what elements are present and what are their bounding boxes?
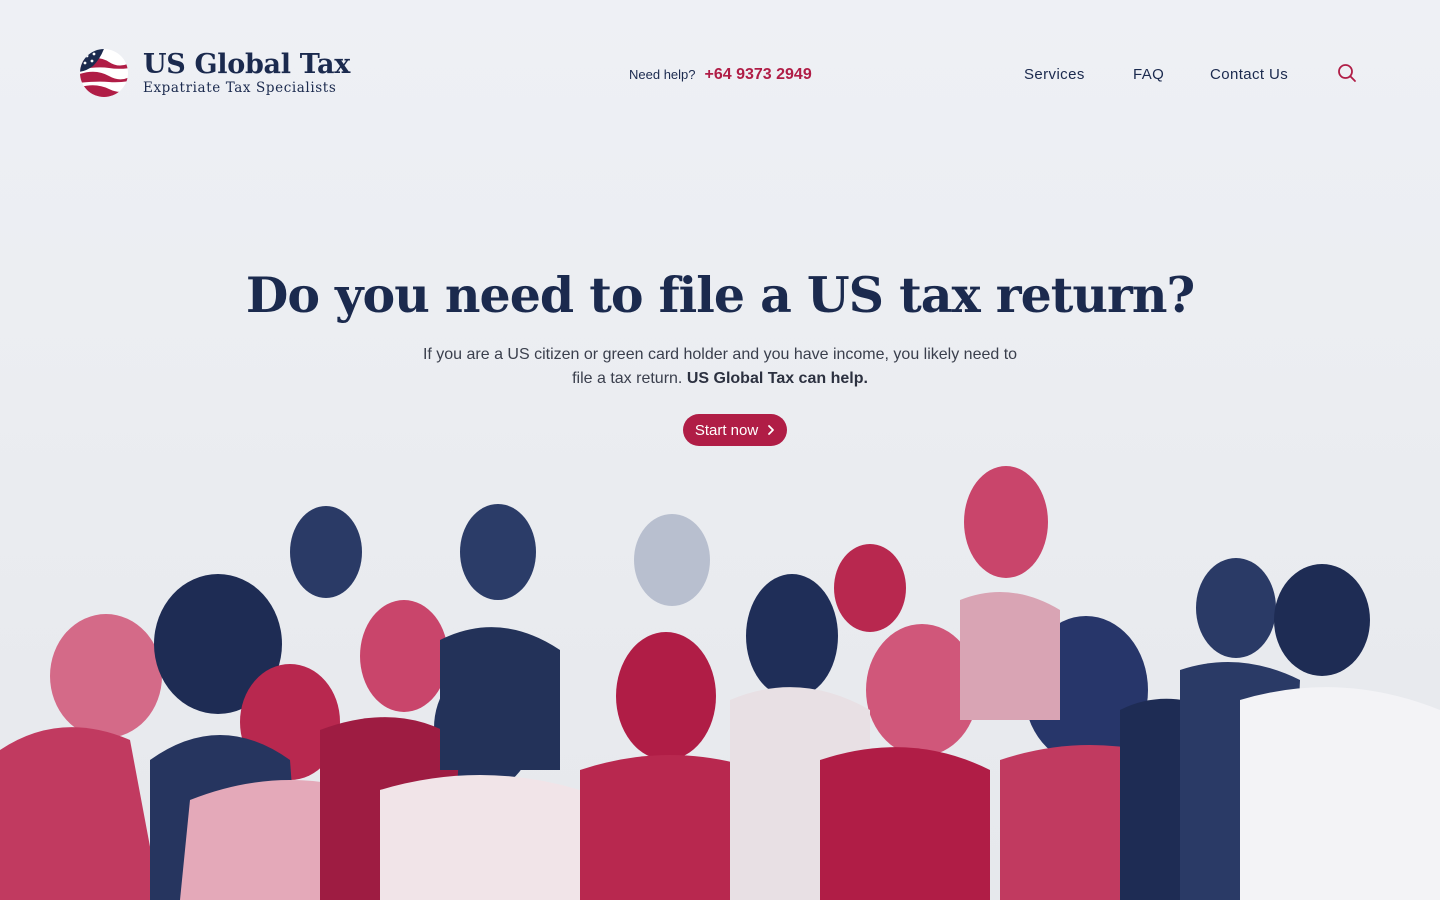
nav-item-faq[interactable]: FAQ bbox=[1133, 66, 1164, 83]
start-now-button[interactable]: Start now bbox=[683, 414, 787, 446]
brand-text: US Global Tax Expatriate Tax Specialists bbox=[143, 49, 350, 97]
brand-title: US Global Tax bbox=[143, 49, 350, 80]
chevron-right-icon bbox=[768, 425, 775, 435]
brand-logo-link[interactable]: US Global Tax Expatriate Tax Specialists bbox=[79, 48, 350, 98]
brand-subtitle: Expatriate Tax Specialists bbox=[143, 80, 337, 96]
nav-item-services[interactable]: Services bbox=[1024, 66, 1085, 83]
group-people-photo bbox=[0, 460, 1440, 900]
page: US Global Tax Expatriate Tax Specialists… bbox=[0, 0, 1440, 900]
hero-title: Do you need to file a US tax return? bbox=[245, 266, 1195, 324]
help-contact: Need help? +64 9373 2949 bbox=[629, 66, 812, 84]
help-label: Need help? bbox=[629, 67, 696, 82]
us-flag-globe-icon bbox=[80, 49, 128, 97]
hero-description: If you are a US citizen or green card ho… bbox=[420, 343, 1020, 391]
nav-item-contact-us[interactable]: Contact Us bbox=[1210, 66, 1288, 83]
search-button[interactable] bbox=[1336, 62, 1358, 84]
search-icon bbox=[1338, 64, 1356, 82]
hero-description-emphasis: US Global Tax can help. bbox=[686, 370, 868, 387]
help-phone-link[interactable]: +64 9373 2949 bbox=[705, 66, 812, 84]
start-now-label: Start now bbox=[694, 421, 759, 439]
site-header: US Global Tax Expatriate Tax Specialists… bbox=[0, 0, 1440, 150]
